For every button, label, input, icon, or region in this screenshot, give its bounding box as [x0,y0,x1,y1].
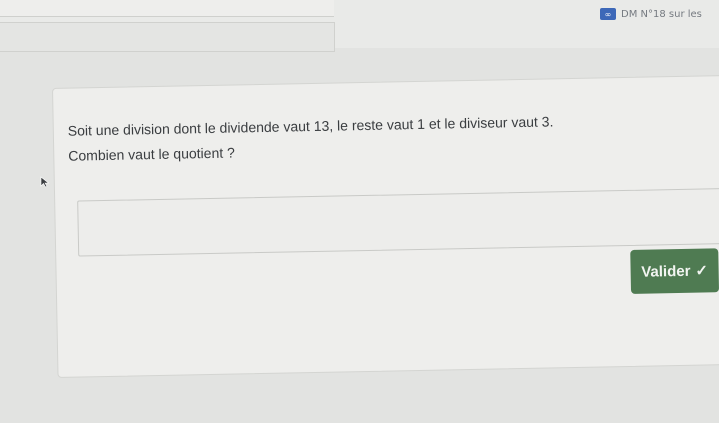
exercise-card: Soit une division dont le dividende vaut… [52,74,719,378]
document-tab[interactable]: ∞ DM N°18 sur les [600,8,702,20]
secondary-input-field[interactable] [0,22,335,52]
answer-input[interactable] [77,188,719,257]
validate-button[interactable]: Valider ✓ [630,248,719,294]
checkmark-icon: ✓ [695,262,709,280]
link-icon: ∞ [600,8,616,20]
mouse-cursor-icon [40,176,50,188]
validate-label: Valider [641,262,691,281]
document-title: DM N°18 sur les [621,8,702,20]
question-text: Soit une division dont le dividende vaut… [68,109,555,168]
top-input-field[interactable] [0,0,334,17]
